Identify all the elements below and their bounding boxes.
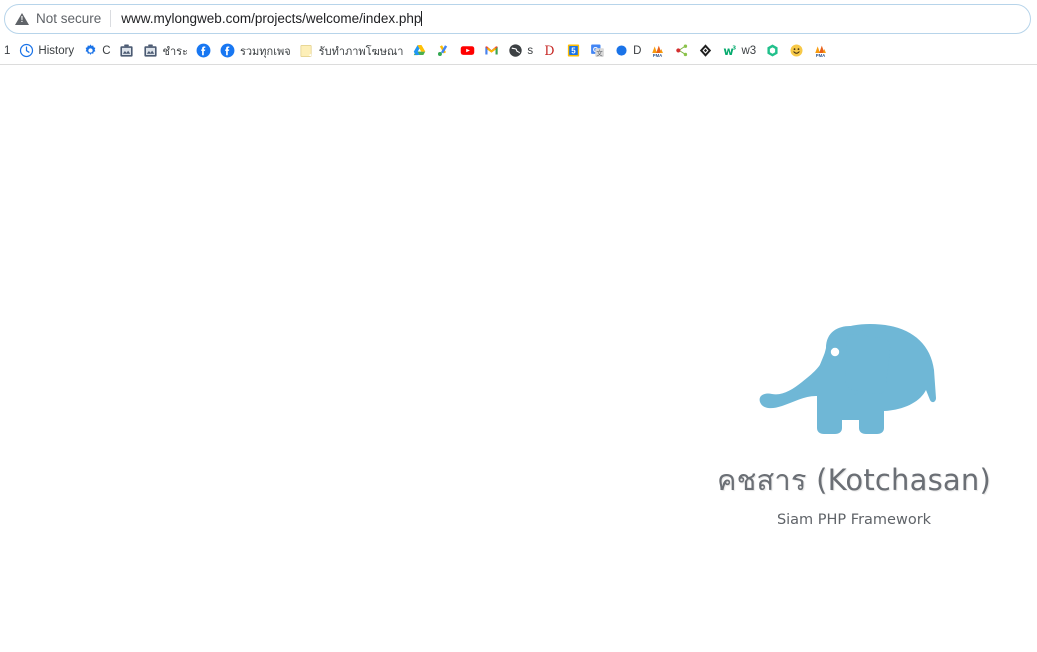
bookmark-item-google-translate[interactable]: G文	[585, 39, 609, 63]
security-status-label: Not secure	[36, 11, 102, 26]
google-ads-icon	[435, 43, 451, 59]
bookmark-label: รับทำภาพโฆษณา	[318, 45, 404, 58]
briefcase-icon	[143, 43, 159, 59]
letter-d-red-icon: D	[541, 43, 557, 59]
bookmark-label: History	[38, 44, 75, 57]
bookmark-item-google-sheets[interactable]: 5	[561, 39, 585, 63]
bookmarks-bar[interactable]: 1 History C ชำระ รวมทุกเพจ รับทำภาพโฆษณา…	[0, 37, 1037, 65]
google-translate-icon: G文	[589, 43, 605, 59]
svg-text:PMA: PMA	[815, 53, 825, 58]
warning-triangle-icon	[15, 12, 29, 25]
bookmark-item-node-graph[interactable]	[669, 39, 693, 63]
dark-hexagon-icon	[697, 43, 713, 59]
blue-circle-icon	[613, 43, 629, 59]
bookmark-item-briefcase-1[interactable]	[115, 39, 139, 63]
bookmark-label: C	[102, 44, 111, 57]
bookmark-label: s	[527, 44, 534, 57]
svg-text:D: D	[544, 43, 554, 58]
bookmark-item-history[interactable]: History	[14, 39, 78, 63]
bookmark-item-google-ads[interactable]	[431, 39, 455, 63]
bookmark-item-briefcase-2[interactable]: ชำระ	[139, 39, 192, 63]
svg-text:5: 5	[571, 46, 576, 55]
folder-icon	[299, 43, 315, 59]
google-sheets-icon: 5	[565, 43, 581, 59]
bookmark-item-1[interactable]: 1	[0, 39, 14, 63]
url-input[interactable]: www.mylongweb.com/projects/welcome/index…	[111, 11, 423, 26]
bookmark-label: D	[633, 44, 642, 57]
gear-icon	[82, 43, 98, 59]
welcome-block: คชสาร (Kotchasan) Siam PHP Framework	[671, 310, 1037, 528]
url-text: www.mylongweb.com/projects/welcome/index…	[121, 11, 422, 26]
bookmark-item-gmail[interactable]	[479, 39, 503, 63]
bookmark-item-c[interactable]: C	[78, 39, 114, 63]
page-viewport: คชสาร (Kotchasan) Siam PHP Framework	[0, 65, 1037, 651]
node-graph-icon	[673, 43, 689, 59]
text-caret	[421, 11, 423, 26]
bookmark-label: 1	[4, 44, 11, 57]
bookmark-label: w3	[741, 44, 757, 57]
page-title: คชสาร (Kotchasan)	[717, 463, 991, 497]
elephant-eye	[830, 347, 840, 357]
bookmark-item-globe-s[interactable]: s	[503, 39, 537, 63]
globe-dark-icon	[507, 43, 523, 59]
youtube-icon	[459, 43, 475, 59]
phpmyadmin-icon: PMA	[649, 43, 665, 59]
phpmyadmin-icon: PMA	[812, 43, 828, 59]
bookmark-item-w3[interactable]: w3 w3	[717, 39, 760, 63]
bookmark-item-youtube[interactable]	[455, 39, 479, 63]
bookmark-item-phpmyadmin-1[interactable]: PMA	[645, 39, 669, 63]
bookmark-item-blue-circle-d[interactable]: D	[609, 39, 645, 63]
bookmark-item-facebook-1[interactable]	[192, 39, 216, 63]
bookmark-item-dark-hexagon[interactable]	[693, 39, 717, 63]
site-security-chip[interactable]: Not secure	[15, 11, 110, 26]
bookmark-item-google-drive[interactable]	[407, 39, 431, 63]
svg-text:3: 3	[732, 46, 736, 52]
page-subtitle: Siam PHP Framework	[776, 512, 932, 529]
svg-text:PMA: PMA	[653, 53, 663, 58]
elephant-logo	[759, 324, 936, 434]
svg-text:文: 文	[596, 49, 603, 58]
bookmark-label: รวมทุกเพจ	[239, 45, 291, 58]
bookmark-item-green-gem[interactable]	[760, 39, 784, 63]
bookmark-item-smiley[interactable]	[784, 39, 808, 63]
omnibox-row: Not secure www.mylongweb.com/projects/we…	[0, 0, 1037, 37]
browser-chrome: Not secure www.mylongweb.com/projects/we…	[0, 0, 1037, 65]
w3-green-icon: w3	[721, 43, 737, 59]
briefcase-icon	[119, 43, 135, 59]
smiley-icon	[788, 43, 804, 59]
clock-icon	[18, 43, 34, 59]
bookmark-item-phpmyadmin-2[interactable]: PMA	[808, 39, 832, 63]
bookmark-item-facebook-2[interactable]: รวมทุกเพจ	[216, 39, 295, 63]
bookmark-label: ชำระ	[162, 45, 188, 58]
green-gem-icon	[764, 43, 780, 59]
bookmark-item-folder[interactable]: รับทำภาพโฆษณา	[295, 39, 408, 63]
google-drive-icon	[411, 43, 427, 59]
facebook-icon	[196, 43, 212, 59]
bookmark-item-letter-d[interactable]: D	[537, 39, 561, 63]
address-bar[interactable]: Not secure www.mylongweb.com/projects/we…	[4, 3, 1031, 34]
facebook-icon	[220, 43, 236, 59]
gmail-icon	[483, 43, 499, 59]
